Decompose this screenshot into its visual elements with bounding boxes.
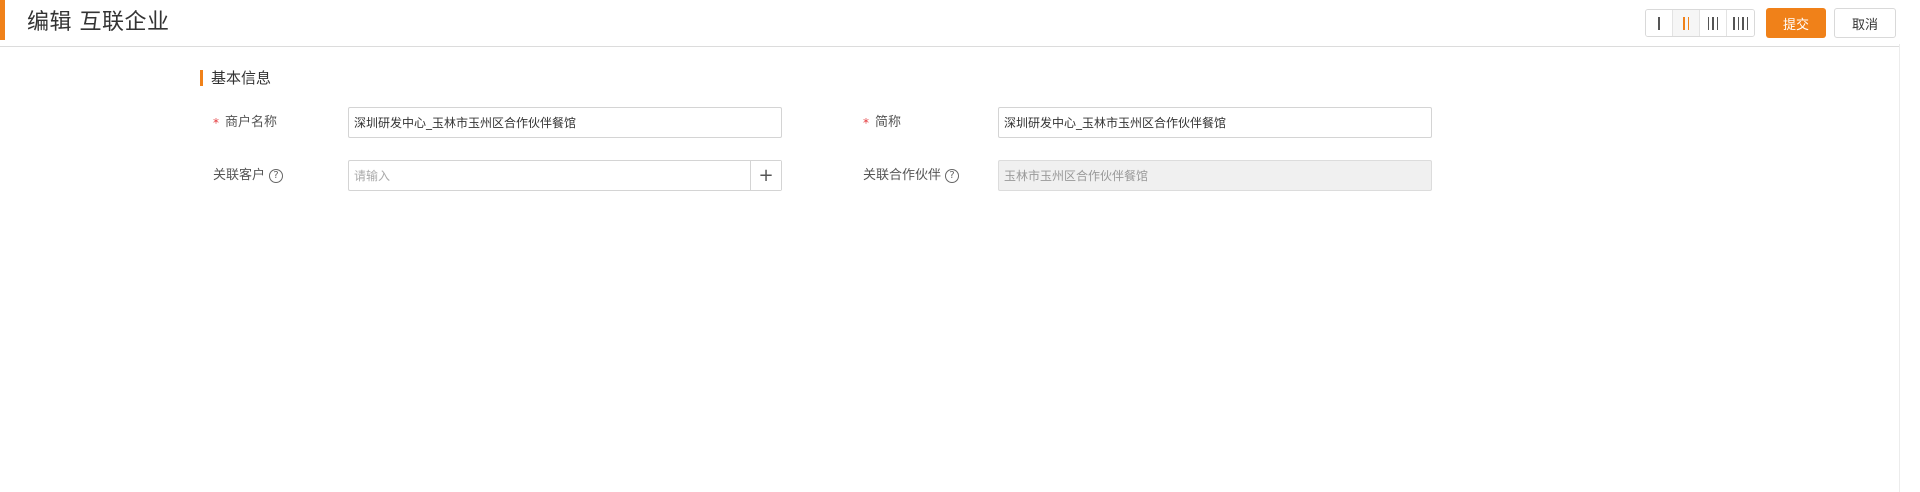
one-column-button[interactable] — [1646, 10, 1673, 36]
merchant-name-label: * 商户名称 — [213, 113, 277, 133]
merchant-name-value: 深圳研发中心_玉林市玉州区合作伙伴餐馆 — [354, 116, 577, 130]
related-customer-input[interactable]: 请输入 + — [348, 160, 782, 191]
column-bar-icon — [1716, 16, 1719, 30]
two-column-button[interactable] — [1673, 10, 1700, 36]
plus-icon: + — [758, 165, 774, 186]
submit-button[interactable]: 提交 — [1766, 8, 1826, 38]
three-column-button[interactable] — [1700, 10, 1727, 36]
scrollbar-track[interactable] — [1899, 44, 1920, 492]
related-customer-placeholder: 请输入 — [354, 169, 391, 183]
question-circle-icon[interactable]: ? — [269, 169, 284, 183]
column-bar-icon — [1658, 16, 1660, 30]
column-bar-icon — [1712, 16, 1714, 30]
page-header: 编辑 互联企业 提交 取消 — [0, 0, 1920, 47]
related-partner-input: 玉林市玉州区合作伙伴餐馆 — [998, 160, 1432, 191]
column-bar-icon — [1683, 16, 1685, 30]
section-header-basic-info: 基本信息 — [200, 68, 271, 88]
column-layout-switch — [1645, 9, 1755, 37]
merchant-name-input[interactable]: 深圳研发中心_玉林市玉州区合作伙伴餐馆 — [348, 107, 782, 138]
header-accent-bar — [0, 0, 5, 40]
add-customer-button[interactable]: + — [750, 161, 781, 190]
short-name-value: 深圳研发中心_玉林市玉州区合作伙伴餐馆 — [1004, 116, 1227, 130]
short-name-input[interactable]: 深圳研发中心_玉林市玉州区合作伙伴餐馆 — [998, 107, 1432, 138]
related-partner-label: 关联合作伙伴 ? — [863, 166, 960, 186]
question-circle-icon[interactable]: ? — [945, 169, 960, 183]
column-bar-icon — [1707, 16, 1710, 30]
column-bar-icon — [1746, 16, 1748, 30]
column-bar-icon — [1687, 16, 1689, 30]
four-column-button[interactable] — [1727, 10, 1754, 36]
related-customer-label: 关联客户 ? — [213, 166, 284, 186]
column-bar-icon — [1742, 16, 1744, 30]
required-asterisk: * — [863, 116, 869, 130]
merchant-name-label-text: 商户名称 — [225, 115, 278, 130]
related-partner-value: 玉林市玉州区合作伙伴餐馆 — [1004, 169, 1149, 183]
short-name-label: * 简称 — [863, 113, 901, 133]
cancel-button[interactable]: 取消 — [1834, 8, 1896, 38]
related-partner-label-text: 关联合作伙伴 — [863, 168, 942, 183]
related-customer-label-text: 关联客户 — [213, 168, 266, 183]
column-bar-icon — [1733, 16, 1735, 30]
section-title: 基本信息 — [211, 69, 272, 87]
required-asterisk: * — [213, 116, 219, 130]
page-title: 编辑 互联企业 — [27, 10, 170, 35]
column-bar-icon — [1737, 16, 1739, 30]
short-name-label-text: 简称 — [875, 115, 902, 130]
section-accent-bar — [200, 70, 203, 86]
